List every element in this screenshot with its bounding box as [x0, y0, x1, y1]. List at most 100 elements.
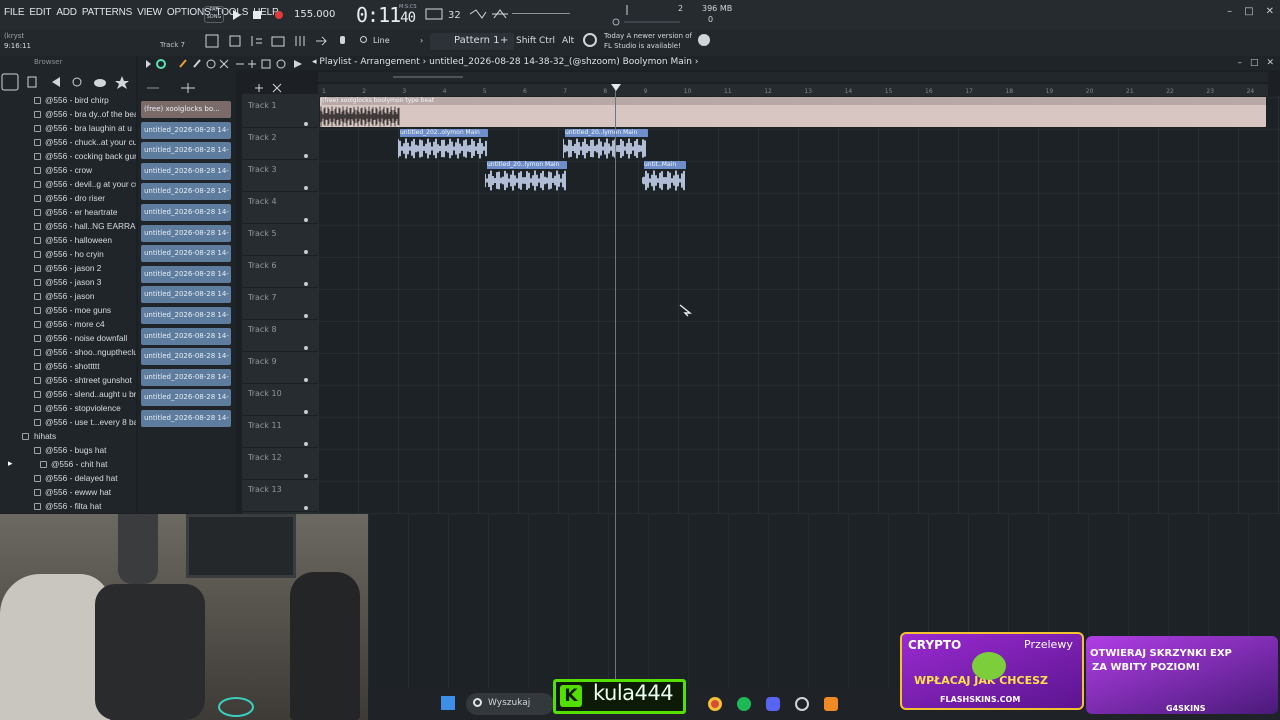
- record-icon[interactable]: [275, 11, 283, 19]
- playlist-close-icon[interactable]: ✕: [1266, 58, 1274, 68]
- browser-folder[interactable]: hihats: [0, 430, 136, 444]
- microphone-icon[interactable]: [340, 36, 345, 44]
- track-header[interactable]: Track 9: [242, 352, 318, 384]
- step-icon[interactable]: 32: [448, 10, 461, 21]
- play-icon[interactable]: [233, 10, 241, 20]
- playlist-maximize-icon[interactable]: □: [1250, 58, 1259, 68]
- minimize-icon[interactable]: –: [1227, 6, 1232, 17]
- discord-icon[interactable]: [766, 697, 780, 711]
- browser-back-icon[interactable]: [52, 77, 60, 87]
- picker-item[interactable]: untitled_2026-08-28 14-: [141, 245, 231, 263]
- zoom-tool-icon[interactable]: [276, 59, 286, 69]
- track-header[interactable]: Track 2: [242, 128, 318, 160]
- shift-key[interactable]: Shift: [516, 36, 536, 46]
- track-header[interactable]: Track 5: [242, 224, 318, 256]
- playhead-marker[interactable]: [611, 84, 621, 91]
- picker-item[interactable]: untitled_2026-08-28 14-: [141, 265, 231, 283]
- audio-clip[interactable]: untit..Main: [642, 161, 686, 191]
- draw-tool-icon[interactable]: [179, 59, 187, 68]
- piano-roll-icon[interactable]: [251, 36, 262, 46]
- snap-icon[interactable]: [360, 36, 367, 43]
- paint-tool-icon[interactable]: [193, 59, 201, 68]
- alt-key[interactable]: Alt: [562, 36, 574, 46]
- playlist-icon[interactable]: [229, 35, 241, 47]
- track-mute-led[interactable]: [304, 186, 308, 190]
- ctrl-key[interactable]: Ctrl: [539, 36, 555, 46]
- picker-item[interactable]: (free) xoolglocks bo...: [141, 101, 231, 118]
- typing-keyboard-icon[interactable]: [425, 8, 443, 20]
- picker-item[interactable]: untitled_2026-08-28 14-: [141, 307, 231, 324]
- browser-item[interactable]: @556 - filta hat: [0, 500, 136, 514]
- picker-item[interactable]: untitled_2026-08-28 14-: [141, 121, 231, 139]
- browser-item[interactable]: @556 - jason: [0, 290, 136, 304]
- track-remove-icon[interactable]: [272, 83, 282, 93]
- news-icon[interactable]: [583, 33, 597, 47]
- metronome-icon[interactable]: [492, 9, 508, 19]
- browser-favorite-icon[interactable]: [115, 76, 129, 89]
- playlist-scrollbar[interactable]: [318, 72, 1268, 82]
- track-header[interactable]: Track 8: [242, 320, 318, 352]
- stop-icon[interactable]: [253, 11, 261, 19]
- menu-file[interactable]: FILE: [4, 7, 25, 18]
- track-mute-led[interactable]: [304, 378, 308, 382]
- track-mute-led[interactable]: [304, 122, 308, 126]
- browser-item[interactable]: @556 - jason 3: [0, 276, 136, 290]
- audio-clip[interactable]: untitled_20..lymon Main: [563, 129, 648, 159]
- snap-arrow-icon[interactable]: ›: [420, 36, 423, 45]
- channel-rack-icon[interactable]: [271, 36, 285, 47]
- wait-icon[interactable]: [469, 9, 487, 19]
- browser-file-icon[interactable]: [27, 76, 37, 88]
- master-volume-slider[interactable]: [512, 13, 570, 14]
- browser-item[interactable]: @556 - chit hat ▸: [0, 458, 136, 472]
- playback-tool-icon[interactable]: [294, 60, 302, 68]
- picker-item[interactable]: untitled_2026-08-28 14-: [141, 327, 231, 345]
- picker-item[interactable]: untitled_2026-08-28 14-: [141, 162, 231, 180]
- picker-item[interactable]: untitled_2026-08-28 14-: [141, 410, 231, 427]
- browser-item[interactable]: @556 - halloween: [0, 234, 136, 248]
- browser-item[interactable]: @556 - ewww hat: [0, 486, 136, 500]
- audio-clip[interactable]: (free) xoolglocks boolymon type beat: [320, 97, 1266, 127]
- menu-add[interactable]: ADD: [56, 7, 77, 18]
- browser-item[interactable]: @556 - hall..NG EARRAPE): [0, 220, 136, 234]
- snap-selector[interactable]: Line: [373, 36, 390, 45]
- browser-item[interactable]: @556 - crow: [0, 164, 136, 178]
- picker-item[interactable]: untitled_2026-08-28 14-: [141, 368, 231, 386]
- track-mute-led[interactable]: [304, 218, 308, 222]
- track-mute-led[interactable]: [304, 474, 308, 478]
- arrange-icon[interactable]: [205, 34, 219, 48]
- browser-item[interactable]: @556 - more c4: [0, 318, 136, 332]
- update-notice[interactable]: Today A newer version of FL Studio is ava…: [604, 31, 692, 51]
- playhead[interactable]: [615, 84, 616, 689]
- browser-item[interactable]: @556 - shtreet gunshot: [0, 374, 136, 388]
- browser-item[interactable]: @556 - noise downfall: [0, 332, 136, 346]
- menu-view[interactable]: VIEW: [137, 7, 162, 18]
- track-mute-led[interactable]: [304, 346, 308, 350]
- menu-patterns[interactable]: PATTERNS: [82, 7, 132, 18]
- track-mute-led[interactable]: [304, 282, 308, 286]
- browser-expand-icon[interactable]: [1, 73, 19, 91]
- chrome-icon[interactable]: [708, 697, 722, 711]
- track-add-icon[interactable]: [255, 84, 263, 92]
- picker-move-icon[interactable]: [181, 83, 195, 93]
- browser-item[interactable]: @556 - dro riser: [0, 192, 136, 206]
- track-header[interactable]: Track 6: [242, 256, 318, 288]
- browser-item[interactable]: @556 - bugs hat: [0, 444, 136, 458]
- browser-item[interactable]: @556 - slend..aught u bro: [0, 388, 136, 402]
- track-header[interactable]: Track 7: [242, 288, 318, 320]
- playlist-minimize-icon[interactable]: –: [1237, 58, 1242, 68]
- track-mute-led[interactable]: [304, 506, 308, 510]
- browser-item[interactable]: @556 - stopviolence: [0, 402, 136, 416]
- mixer-icon[interactable]: [295, 36, 305, 46]
- browser-item[interactable]: @556 - delayed hat: [0, 472, 136, 486]
- browser-item[interactable]: @556 - er heartrate: [0, 206, 136, 220]
- browser-item[interactable]: @556 - bra laughin at u: [0, 122, 136, 136]
- track-mute-led[interactable]: [304, 410, 308, 414]
- audio-clip[interactable]: untitled_202..olymon Main: [398, 129, 488, 159]
- next-icon[interactable]: [316, 36, 327, 46]
- track-header[interactable]: Track 1: [242, 96, 318, 128]
- tools-menu-icon[interactable]: [146, 60, 151, 68]
- select-tool-icon[interactable]: [261, 59, 271, 69]
- picker-item[interactable]: untitled_2026-08-28 14-: [141, 348, 231, 366]
- audio-clip[interactable]: untitled_20..lymon Main: [485, 161, 567, 191]
- scroll-thumb[interactable]: [393, 76, 463, 78]
